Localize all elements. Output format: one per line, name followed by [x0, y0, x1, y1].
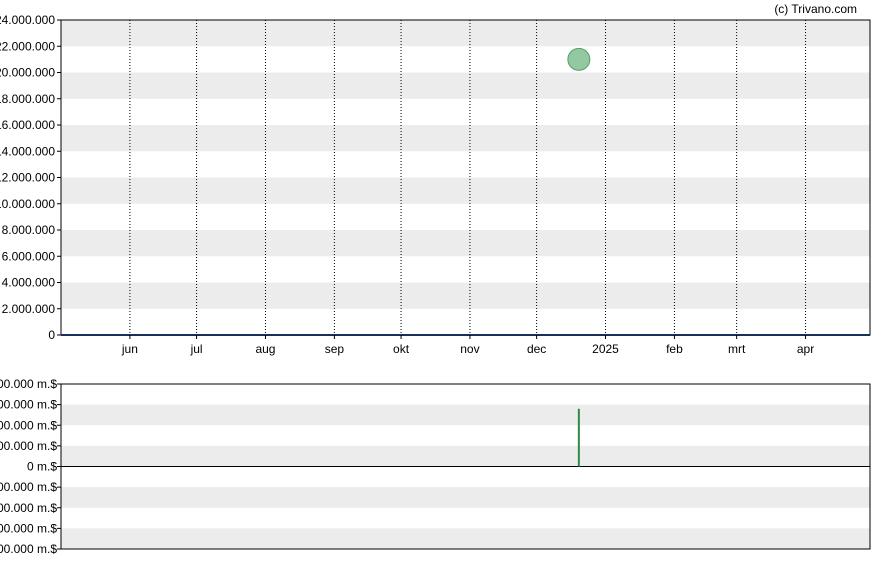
x-tick-label: feb — [666, 342, 683, 356]
bottom-chart-bands — [61, 404, 870, 549]
top-chart-y-ticks: 0 2.000.000 4.000.000 6.000.000 8.000.000 10.… — [0, 13, 61, 342]
x-tick-label: sep — [325, 342, 345, 356]
y-tick-label: 0 m.$ — [27, 460, 57, 474]
x-tick-label: jul — [190, 342, 203, 356]
grid-band — [61, 445, 870, 467]
y-tick-label: 0 — [48, 328, 55, 342]
grid-band — [61, 282, 870, 309]
y-tick-label: 30.000.000 m.$ — [0, 398, 57, 412]
grid-band — [61, 230, 870, 257]
y-tick-label: 40.000.000 m.$ — [0, 377, 57, 391]
x-tick-label: 2025 — [592, 342, 619, 356]
grid-band — [61, 404, 870, 426]
y-tick-label: 16.000.000 — [0, 118, 55, 132]
y-tick-label: -40.000.000 m.$ — [0, 542, 57, 556]
data-point — [567, 47, 591, 71]
top-chart-x-ticks: jun jul aug sep okt nov dec 2025 feb mrt apr — [121, 335, 814, 356]
x-tick-label: mrt — [728, 342, 746, 356]
x-tick-label: nov — [460, 342, 479, 356]
grid-band — [61, 177, 870, 204]
y-tick-label: 18.000.000 — [0, 92, 55, 106]
x-tick-label: dec — [527, 342, 546, 356]
grid-band — [61, 487, 870, 508]
credit-label: (c) Trivano.com — [774, 2, 857, 16]
y-tick-label: 8.000.000 — [2, 223, 56, 237]
y-tick-label: 20.000.000 — [0, 66, 55, 80]
y-tick-label: 24.000.000 — [0, 13, 55, 27]
x-tick-label: okt — [393, 342, 410, 356]
y-tick-label: -20.000.000 m.$ — [0, 501, 57, 515]
bottom-chart-y-ticks: 40.000.000 m.$ 30.000.000 m.$ 20.000.000 m… — [0, 377, 61, 556]
y-tick-label: -10.000.000 m.$ — [0, 480, 57, 494]
grid-band — [61, 20, 870, 47]
chart-canvas: 0 2.000.000 4.000.000 6.000.000 8.000.000 10.… — [0, 2, 871, 556]
grid-band — [61, 125, 870, 152]
grid-band — [61, 72, 870, 99]
y-tick-label: 6.000.000 — [2, 249, 56, 263]
x-tick-label: apr — [797, 342, 814, 356]
y-tick-label: 2.000.000 — [2, 302, 56, 316]
x-tick-label: jun — [121, 342, 138, 356]
y-tick-label: 12.000.000 — [0, 171, 55, 185]
top-chart-points — [567, 47, 591, 71]
x-tick-label: aug — [255, 342, 275, 356]
y-tick-label: -30.000.000 m.$ — [0, 521, 57, 535]
top-chart-bands — [61, 20, 870, 309]
y-tick-label: 14.000.000 — [0, 144, 55, 158]
y-tick-label: 10.000.000 m.$ — [0, 439, 57, 453]
y-tick-label: 4.000.000 — [2, 276, 56, 290]
grid-band — [61, 528, 870, 549]
y-tick-label: 20.000.000 m.$ — [0, 418, 57, 432]
y-tick-label: 22.000.000 — [0, 39, 55, 53]
y-tick-label: 10.000.000 — [0, 197, 55, 211]
